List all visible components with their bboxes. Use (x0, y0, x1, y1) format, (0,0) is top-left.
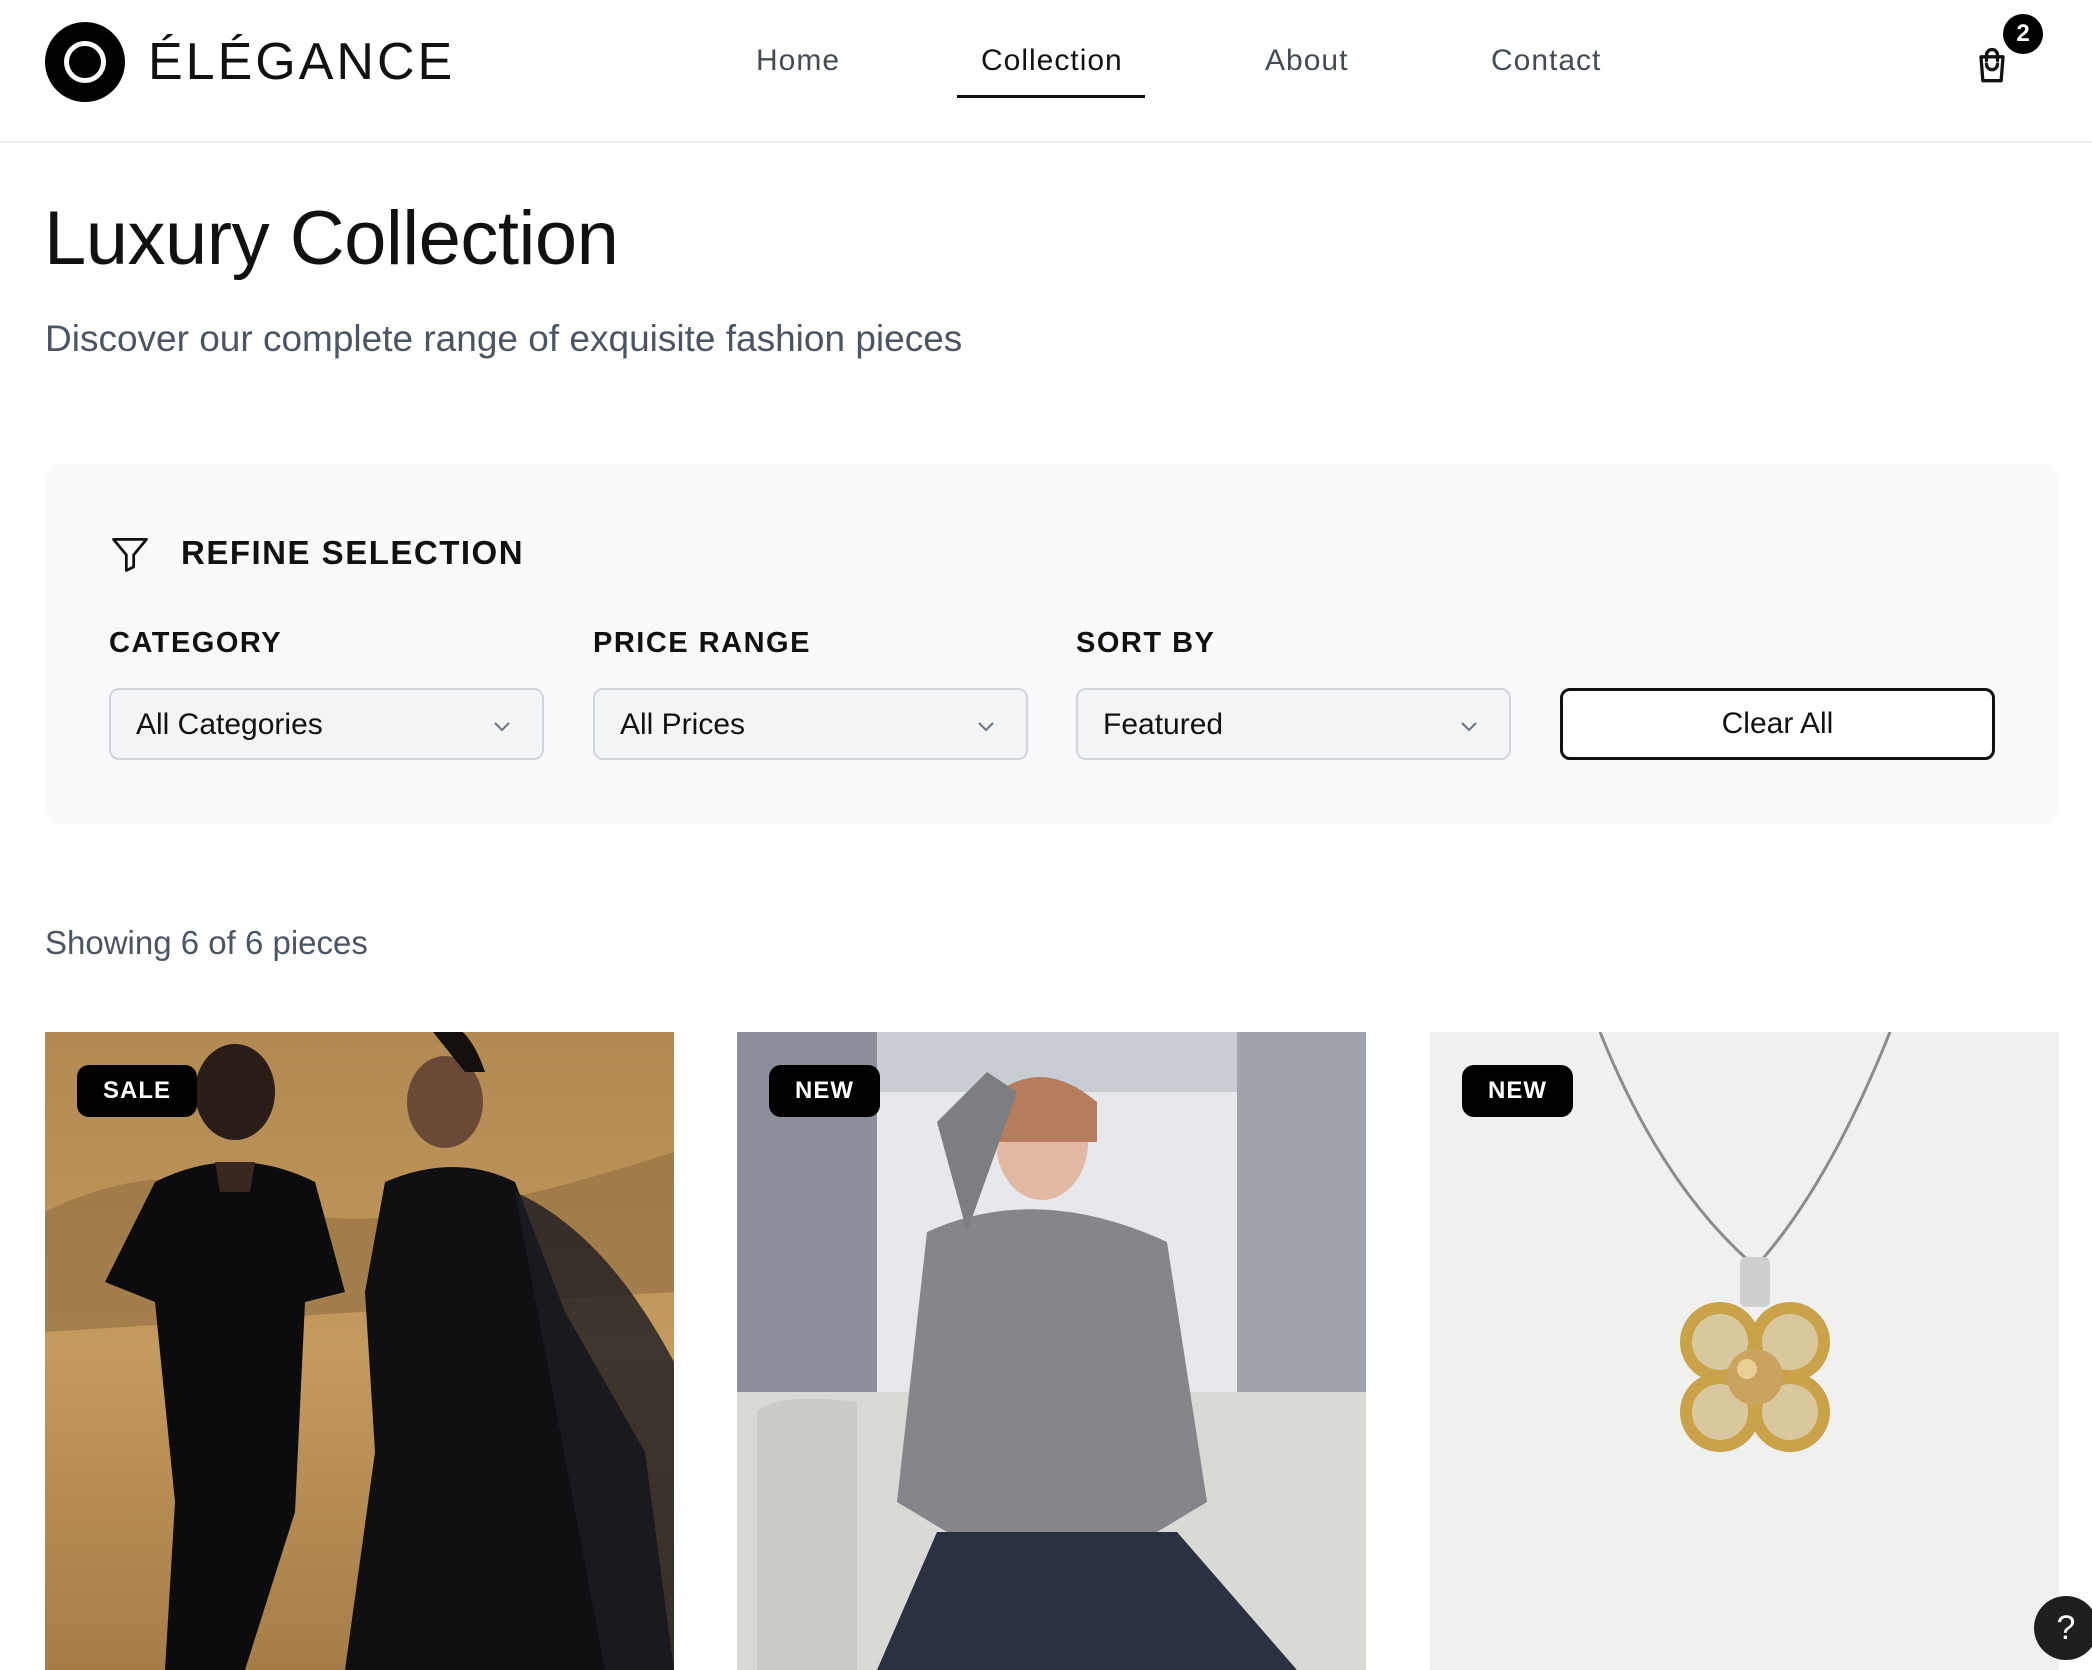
nav-active-underline (957, 95, 1145, 98)
filter-icon (112, 537, 148, 572)
result-count: Showing 6 of 6 pieces (45, 924, 368, 961)
chevron-down-icon (1461, 722, 1477, 732)
new-badge: NEW (1462, 1065, 1573, 1117)
price-range-label: PRICE RANGE (593, 627, 811, 659)
product-image (45, 1032, 674, 1670)
help-button[interactable]: ? (2034, 1596, 2092, 1660)
nav-about[interactable]: About (1265, 44, 1348, 78)
product-image (1430, 1032, 2059, 1670)
clear-all-button[interactable]: Clear All (1560, 688, 1995, 760)
category-select[interactable]: All Categories (109, 688, 544, 760)
site-header: ÉLÉGANCE Home Collection About Contact 2 (0, 0, 2092, 143)
refine-heading: REFINE SELECTION (181, 534, 525, 571)
sort-by-label: SORT BY (1076, 627, 1216, 659)
category-value: All Categories (136, 708, 323, 741)
product-card[interactable]: NEW (1430, 1032, 2059, 1670)
category-label: CATEGORY (109, 627, 283, 659)
sale-badge: SALE (77, 1065, 198, 1117)
sort-by-value: Featured (1103, 708, 1224, 741)
brand-name[interactable]: ÉLÉGANCE (148, 32, 455, 92)
nav-collection[interactable]: Collection (981, 44, 1123, 78)
cart-icon[interactable] (1970, 44, 2014, 88)
chevron-down-icon (494, 722, 510, 732)
page-title: Luxury Collection (44, 196, 619, 281)
sort-by-select[interactable]: Featured (1076, 688, 1511, 760)
product-image (737, 1032, 1366, 1670)
new-badge: NEW (769, 1065, 880, 1117)
chevron-down-icon (978, 722, 994, 732)
filter-panel (45, 464, 2059, 824)
cart-count-badge: 2 (2003, 14, 2043, 54)
logo-icon[interactable] (45, 22, 125, 102)
price-range-value: All Prices (620, 708, 746, 741)
product-card[interactable]: NEW (737, 1032, 1366, 1670)
nav-contact[interactable]: Contact (1491, 44, 1601, 78)
product-card[interactable]: SALE (45, 1032, 674, 1670)
page-subtitle: Discover our complete range of exquisite… (45, 318, 963, 359)
nav-home[interactable]: Home (756, 44, 840, 78)
price-range-select[interactable]: All Prices (593, 688, 1028, 760)
